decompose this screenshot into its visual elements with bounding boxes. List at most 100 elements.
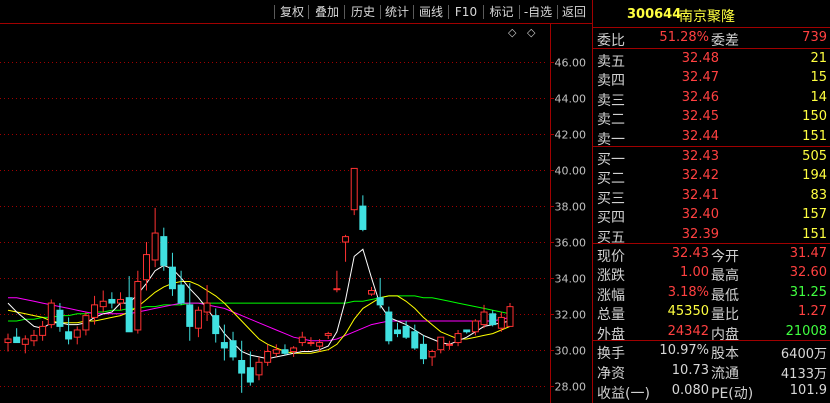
fundamental-value: 10.73 bbox=[671, 363, 709, 378]
candle-body-up bbox=[203, 302, 211, 313]
candle-body-up bbox=[324, 333, 332, 336]
candle-body-down bbox=[385, 311, 393, 342]
candle-body-down bbox=[56, 309, 64, 327]
toolbar-divider bbox=[380, 5, 381, 19]
quote-row: 现价 32.43 今开 31.47 bbox=[593, 244, 830, 265]
quote-value: 32.60 bbox=[789, 265, 827, 281]
toolbar-divider bbox=[448, 5, 449, 19]
statistics-button[interactable]: 统计 bbox=[382, 3, 412, 21]
candle-body-up bbox=[428, 351, 436, 358]
candle-body-up bbox=[445, 343, 453, 346]
kline-chart[interactable]: 46.00 44.00 42.00 40.00 38.00 36.00 34.00 32.00… bbox=[0, 0, 592, 403]
candle-body-up bbox=[194, 309, 202, 329]
remove-watchlist-button[interactable]: -自选 bbox=[520, 3, 556, 21]
candle-body-down bbox=[186, 304, 194, 327]
chevron-up-icon[interactable]: ◇ bbox=[527, 26, 535, 39]
order-volume: 15 bbox=[810, 70, 827, 86]
candle-body-up bbox=[368, 289, 376, 295]
candle-body-up bbox=[117, 298, 125, 304]
commission-diff-value: 739 bbox=[802, 30, 827, 45]
order-price: 32.41 bbox=[681, 187, 719, 203]
quote-row: 外盘 24342 内盘 21008 bbox=[593, 322, 830, 343]
quote-row: 总量 45350 量比 1.27 bbox=[593, 302, 830, 323]
candle-body-up bbox=[73, 329, 81, 338]
history-button[interactable]: 历史 bbox=[346, 3, 380, 21]
candle-body-down bbox=[212, 315, 220, 335]
candle-body-up bbox=[21, 338, 29, 345]
price-tick-label: 42.00 bbox=[555, 129, 587, 142]
draw-line-button[interactable]: 画线 bbox=[415, 3, 447, 21]
price-tick-label: 28.00 bbox=[555, 381, 587, 394]
sell-row: 卖四 32.47 15 bbox=[593, 68, 830, 89]
quote-value: 31.47 bbox=[789, 246, 827, 261]
candle-body-up bbox=[4, 338, 12, 344]
toolbar-divider bbox=[274, 5, 275, 19]
price-tick-label: 34.00 bbox=[555, 273, 587, 286]
commission-diff-label: 委差 bbox=[711, 33, 739, 49]
ma5-line bbox=[7, 248, 511, 360]
quote-value: 1.27 bbox=[798, 304, 827, 320]
diamond-icon[interactable]: ◇ bbox=[508, 26, 516, 39]
restore-rights-button[interactable]: 复权 bbox=[276, 3, 308, 21]
buy-row: 买一 32.43 505 bbox=[593, 147, 830, 168]
candle-body-up bbox=[316, 342, 324, 347]
candle-body-up bbox=[99, 300, 107, 308]
candle-body-down bbox=[489, 313, 497, 326]
quote-value: 32.43 bbox=[671, 246, 709, 261]
order-volume: 150 bbox=[802, 109, 827, 125]
commission-ratio-label: 委比 bbox=[597, 33, 625, 49]
candle-body-up bbox=[134, 281, 142, 331]
candle-body-down bbox=[220, 342, 228, 349]
candle-body-down bbox=[393, 329, 401, 335]
fundamental-row: 收益(一) 0.080 PE(动) 101.9 bbox=[593, 381, 830, 402]
quote-value: 1.00 bbox=[680, 265, 709, 281]
candle-body-down bbox=[168, 266, 176, 290]
quote-value: 24342 bbox=[667, 323, 709, 339]
candle-body-down bbox=[125, 297, 133, 333]
toolbar-divider bbox=[483, 5, 484, 19]
order-price: 32.48 bbox=[681, 51, 719, 66]
candle-body-down bbox=[411, 331, 419, 349]
order-price: 32.44 bbox=[681, 128, 719, 144]
candle-body-down bbox=[402, 325, 410, 338]
fundamental-value: 6400万 bbox=[780, 347, 827, 362]
candle-body-up bbox=[471, 320, 479, 333]
candle-body-down bbox=[463, 329, 471, 333]
order-volume: 505 bbox=[802, 149, 827, 164]
order-price: 32.46 bbox=[681, 89, 719, 105]
fundamental-value: 101.9 bbox=[789, 383, 827, 398]
candle-body-down bbox=[160, 236, 168, 266]
toolbar-divider bbox=[344, 5, 345, 19]
sell-row: 卖二 32.45 150 bbox=[593, 107, 830, 128]
overlay-button[interactable]: 叠加 bbox=[310, 3, 344, 21]
candle-body-up bbox=[91, 304, 99, 318]
price-tick-label: 36.00 bbox=[555, 237, 587, 250]
candle-body-up bbox=[30, 334, 38, 342]
fundamental-label: 股本 bbox=[711, 346, 739, 362]
back-button[interactable]: 返回 bbox=[558, 3, 590, 21]
sell-row: 卖三 32.46 14 bbox=[593, 88, 830, 109]
quote-row: 涨跌 1.00 最高 32.60 bbox=[593, 263, 830, 284]
candle-body-down bbox=[238, 360, 246, 374]
fundamental-label: 流通 bbox=[711, 366, 739, 382]
candle-body-up bbox=[151, 232, 159, 261]
candle-body-down bbox=[177, 284, 185, 304]
candle-body-up bbox=[333, 288, 341, 291]
stock-code: 300644 bbox=[627, 7, 682, 22]
f10-button[interactable]: F10 bbox=[450, 3, 482, 21]
candle-body-up bbox=[307, 342, 315, 345]
price-tick-label: 40.00 bbox=[555, 165, 587, 178]
mark-button[interactable]: 标记 bbox=[485, 3, 518, 21]
candle-body-up bbox=[290, 347, 298, 353]
buy-row: 买二 32.42 194 bbox=[593, 166, 830, 187]
buy-row: 买三 32.41 83 bbox=[593, 186, 830, 207]
buy-row: 买四 32.40 157 bbox=[593, 205, 830, 226]
candle-body-down bbox=[419, 343, 427, 360]
candle-body-up bbox=[82, 315, 90, 331]
candle-body-up bbox=[350, 167, 358, 211]
candle-body-down bbox=[13, 336, 21, 344]
fundamental-value: 10.97% bbox=[659, 343, 709, 358]
order-price: 32.47 bbox=[681, 70, 719, 86]
quote-value: 21008 bbox=[785, 323, 827, 339]
candle-body-down bbox=[376, 297, 384, 306]
